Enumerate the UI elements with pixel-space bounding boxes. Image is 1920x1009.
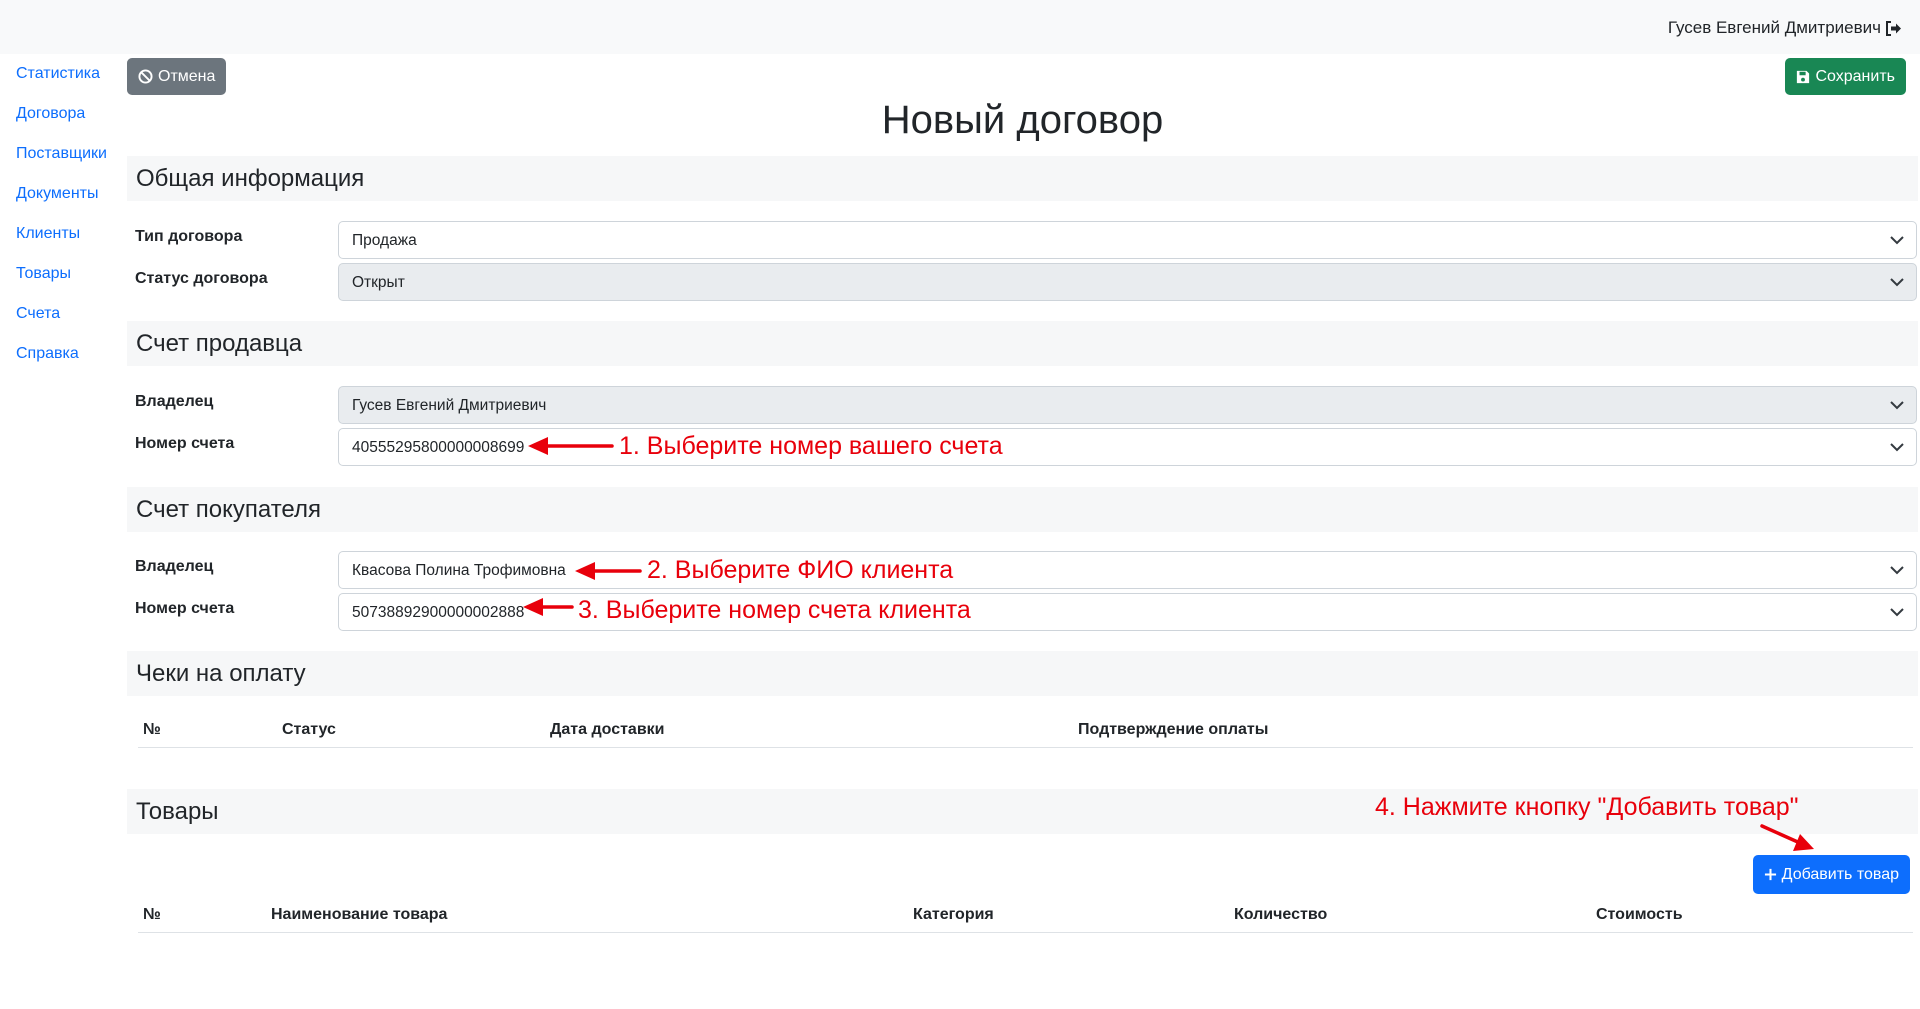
- annotation-arrowhead-1: [528, 437, 548, 455]
- annotation-arrow-4: [1760, 824, 1802, 845]
- annotation-note-4: 4. Нажмите кнопку "Добавить товар": [1375, 793, 1799, 821]
- annotation-arrowhead-2: [575, 562, 595, 580]
- annotation-note-3: 3. Выберите номер счета клиента: [578, 596, 971, 624]
- annotation-arrows: [523, 437, 1814, 851]
- annotation-arrowhead-3: [523, 598, 543, 616]
- annotation-note-1: 1. Выберите номер вашего счета: [619, 432, 1003, 460]
- annotation-note-2: 2. Выберите ФИО клиента: [647, 556, 954, 584]
